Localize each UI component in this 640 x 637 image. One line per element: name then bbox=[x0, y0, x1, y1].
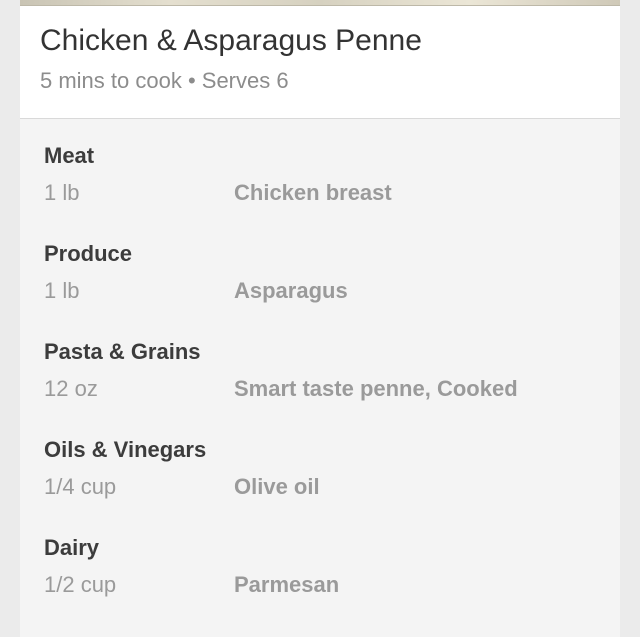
ingredient-group-dairy: Dairy 1/2 cup Parmesan bbox=[44, 532, 604, 630]
recipe-title: Chicken & Asparagus Penne bbox=[40, 24, 422, 57]
ingredient-name: Chicken breast bbox=[234, 180, 392, 205]
ingredient-row[interactable]: 1 lb Asparagus bbox=[44, 276, 604, 316]
ingredient-list: Meat 1 lb Chicken breast Produce 1 lb As… bbox=[44, 140, 604, 630]
recipe-card: Chicken & Asparagus Penne 5 mins to cook… bbox=[20, 0, 620, 637]
ingredient-category-heading: Produce bbox=[44, 241, 133, 266]
ingredient-group-meat: Meat 1 lb Chicken breast bbox=[44, 140, 604, 238]
ingredient-row[interactable]: 12 oz Smart taste penne, Cooked bbox=[44, 374, 604, 414]
ingredient-category-heading: Meat bbox=[44, 143, 95, 168]
ingredient-category-heading: Pasta & Grains bbox=[44, 339, 201, 364]
ingredient-row[interactable]: 1/4 cup Olive oil bbox=[44, 472, 604, 512]
ingredient-name: Parmesan bbox=[234, 572, 340, 597]
ingredient-category-heading: Oils & Vinegars bbox=[44, 437, 207, 462]
recipe-meta: 5 mins to cook • Serves 6 bbox=[40, 68, 289, 93]
ingredient-group-pasta-grains: Pasta & Grains 12 oz Smart taste penne, … bbox=[44, 336, 604, 434]
ingredient-quantity: 1 lb bbox=[44, 180, 80, 205]
ingredient-quantity: 12 oz bbox=[44, 376, 98, 401]
ingredient-quantity: 1 lb bbox=[44, 278, 80, 303]
recipe-header: Chicken & Asparagus Penne 5 mins to cook… bbox=[20, 6, 620, 119]
ingredient-quantity: 1/2 cup bbox=[44, 572, 117, 597]
ingredient-row[interactable]: 1 lb Chicken breast bbox=[44, 178, 604, 218]
ingredient-name: Smart taste penne, Cooked bbox=[234, 376, 518, 401]
ingredient-row[interactable]: 1/2 cup Parmesan bbox=[44, 570, 604, 610]
ingredient-quantity: 1/4 cup bbox=[44, 474, 117, 499]
ingredient-group-produce: Produce 1 lb Asparagus bbox=[44, 238, 604, 336]
ingredient-name: Olive oil bbox=[234, 474, 320, 499]
ingredient-category-heading: Dairy bbox=[44, 535, 100, 560]
ingredient-group-oils-vinegars: Oils & Vinegars 1/4 cup Olive oil bbox=[44, 434, 604, 532]
ingredient-name: Asparagus bbox=[234, 278, 348, 303]
